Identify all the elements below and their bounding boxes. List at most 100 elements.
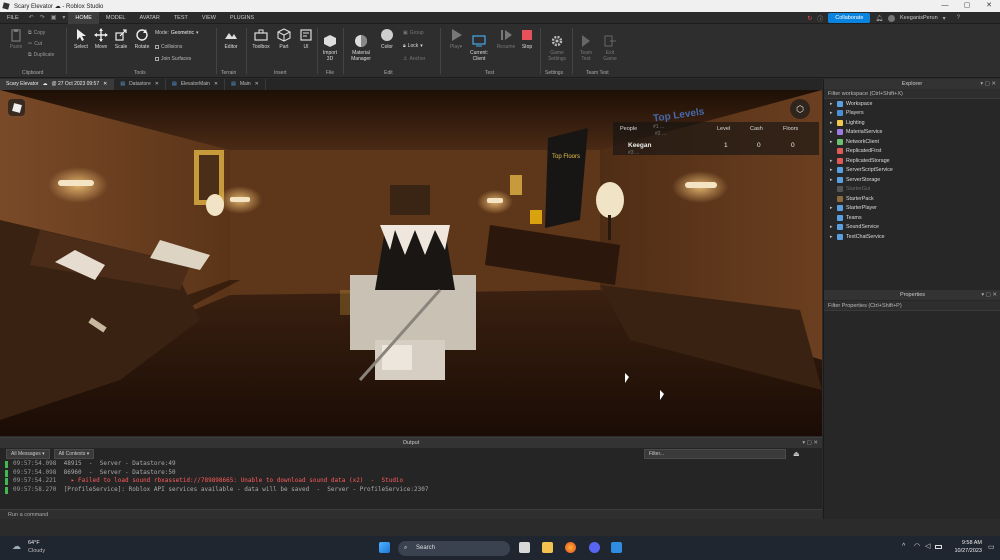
menu-file[interactable]: FILE (0, 12, 26, 24)
tab-home[interactable]: HOME (68, 11, 99, 24)
undo-icon[interactable]: ↶ (26, 14, 37, 21)
help-icon[interactable]: ? (957, 15, 960, 21)
clear-output-icon[interactable]: ⏏ (793, 450, 800, 458)
select-button[interactable]: Select (72, 28, 90, 50)
chevron-up-icon[interactable]: ^ (902, 543, 905, 550)
more-icon[interactable]: ▾ (59, 14, 68, 21)
user-avatar[interactable] (888, 14, 896, 22)
windows-start-icon[interactable] (379, 542, 390, 553)
explorer-item[interactable]: ▸ ReplicatedStorage (824, 156, 1000, 166)
chevron-right-icon[interactable]: ▸ (830, 158, 837, 164)
chevron-right-icon[interactable]: ▸ (830, 205, 837, 211)
lock-button[interactable]: 🔒︎ Lock ▾ (403, 43, 423, 49)
weather-temp[interactable]: 64°F (28, 540, 40, 546)
explorer-item[interactable]: ▸ MaterialService (824, 128, 1000, 138)
group-button[interactable]: ▣ Group (403, 30, 424, 36)
file-explorer-icon[interactable] (542, 542, 553, 553)
explorer-item[interactable]: ▸ Players (824, 109, 1000, 119)
notification-icon[interactable]: ▭ (988, 543, 995, 551)
leaderboard-player-name[interactable]: Keegan (628, 142, 651, 149)
close-icon[interactable]: ✕ (214, 79, 218, 90)
stop-button[interactable]: Stop (518, 28, 536, 50)
roblox-studio-icon[interactable] (611, 542, 622, 553)
rotate-button[interactable]: Rotate (132, 28, 152, 50)
roblox-menu-button[interactable] (8, 99, 25, 116)
tab-model[interactable]: MODEL (99, 12, 133, 24)
scale-button[interactable]: Scale (112, 28, 130, 50)
exit-game-button[interactable]: Exit Game (600, 28, 620, 62)
close-icon[interactable]: ✕ (255, 79, 259, 90)
panel-controls[interactable]: ▾ ▢ ✕ (980, 79, 996, 89)
close-button[interactable]: ✕ (978, 0, 1000, 12)
tab-elevatormain[interactable]: ▤ ElevatorMain ✕ (166, 79, 226, 90)
volume-icon[interactable]: ◁ (925, 542, 930, 550)
close-icon[interactable]: ✕ (155, 79, 159, 90)
maximize-button[interactable]: ▢ (956, 0, 978, 12)
explorer-item[interactable]: StarterGui (824, 185, 1000, 195)
tab-main[interactable]: ▤ Main ✕ (225, 79, 266, 90)
clock-date[interactable]: 10/27/2023 (940, 548, 982, 554)
log-line-error[interactable]: 09:57:54.221 ▸ Failed to load sound rbxa… (0, 477, 822, 486)
chevron-right-icon[interactable]: ▸ (830, 224, 837, 230)
log-line[interactable]: 09:57:58.270 [ProfileService]: Roblox AP… (0, 486, 822, 495)
tab-scary-elevator[interactable]: Scary Elevator ☁ @ 27 Oct 2023 09:57 ✕ (0, 79, 115, 90)
explorer-item[interactable]: ReplicatedFirst (824, 147, 1000, 157)
panel-controls[interactable]: ▾ ▢ ✕ (802, 438, 818, 448)
part-button[interactable]: Part (275, 28, 293, 50)
explorer-item[interactable]: ▸ Lighting (824, 118, 1000, 128)
explorer-filter-input[interactable]: Filter workspace (Ctrl+Shift+X) (824, 89, 1000, 99)
taskbar-search[interactable]: ⌕ Search (398, 541, 510, 556)
tab-view[interactable]: VIEW (195, 12, 223, 24)
explorer-item[interactable]: ▸ NetworkClient (824, 137, 1000, 147)
wifi-icon[interactable]: ◠ (914, 542, 920, 550)
chevron-right-icon[interactable]: ▸ (830, 110, 837, 116)
tab-avatar[interactable]: AVATAR (132, 12, 166, 24)
clock-time[interactable]: 9:58 AM (946, 540, 982, 546)
discord-icon[interactable] (589, 542, 600, 553)
tab-test[interactable]: TEST (167, 12, 195, 24)
join-surfaces-toggle[interactable]: Join Surfaces (155, 56, 191, 62)
info-icon[interactable]: ⓘ (817, 14, 823, 23)
anchor-button[interactable]: ⚓︎ Anchor (403, 56, 425, 62)
terrain-editor-button[interactable]: Editor (221, 28, 241, 50)
panel-controls[interactable]: ▾ ▢ ✕ (981, 290, 997, 300)
task-view-icon[interactable] (519, 542, 530, 553)
weather-icon[interactable]: ☁ (12, 541, 21, 552)
chevron-right-icon[interactable]: ▸ (830, 101, 837, 107)
explorer-item[interactable]: ▸ SoundService (824, 223, 1000, 233)
ui-button[interactable]: UI (298, 28, 314, 50)
backpack-button[interactable]: ⬡ (790, 99, 810, 119)
play-button[interactable]: Play▾ (446, 28, 466, 50)
mode-dropdown[interactable]: Mode: Geometric ▾ (155, 30, 198, 36)
team-test-button[interactable]: Team Test (576, 28, 596, 62)
copy-button[interactable]: ⧉ Copy (28, 30, 45, 36)
collaborate-button[interactable]: Collaborate (828, 13, 871, 23)
bell-icon[interactable]: 🔔︎ (875, 15, 883, 22)
move-button[interactable]: Move (92, 28, 110, 50)
chevron-right-icon[interactable]: ▸ (830, 234, 837, 240)
current-client-button[interactable]: Current: Client (466, 28, 492, 62)
redo-icon[interactable]: ↷ (37, 14, 48, 21)
command-bar-input[interactable]: Run a command (0, 509, 822, 519)
username[interactable]: KeeganisPerun (900, 15, 938, 21)
resume-button[interactable]: Resume (495, 28, 517, 50)
explorer-item[interactable]: ▸ ServerScriptService (824, 166, 1000, 176)
chevron-right-icon[interactable]: ▸ (830, 129, 837, 135)
explorer-item[interactable]: ▸ ServerStorage (824, 175, 1000, 185)
duplicate-button[interactable]: ⧉ Duplicate (28, 52, 54, 58)
cut-button[interactable]: ✂ Cut (28, 41, 42, 47)
firefox-icon[interactable] (565, 542, 576, 553)
toolbox-button[interactable]: Toolbox (250, 28, 272, 50)
chevron-right-icon[interactable]: ▸ (830, 120, 837, 126)
chevron-right-icon[interactable]: ▸ (830, 167, 837, 173)
explorer-item[interactable]: StarterPack (824, 194, 1000, 204)
properties-filter-input[interactable]: Filter Properties (Ctrl+Shift+P) (824, 301, 1000, 311)
weather-desc[interactable]: Cloudy (28, 548, 45, 554)
share-icon[interactable]: ↻ (807, 15, 812, 22)
chevron-right-icon[interactable]: ▸ (830, 177, 837, 183)
game-settings-button[interactable]: Game Settings (545, 28, 569, 62)
log-line[interactable]: 09:57:54.098 86960 - Server - Datastore:… (0, 469, 822, 478)
minimize-button[interactable]: — (934, 0, 956, 12)
chevron-down-icon[interactable]: ▾ (943, 15, 946, 22)
explorer-item[interactable]: ▸ Workspace (824, 99, 1000, 109)
